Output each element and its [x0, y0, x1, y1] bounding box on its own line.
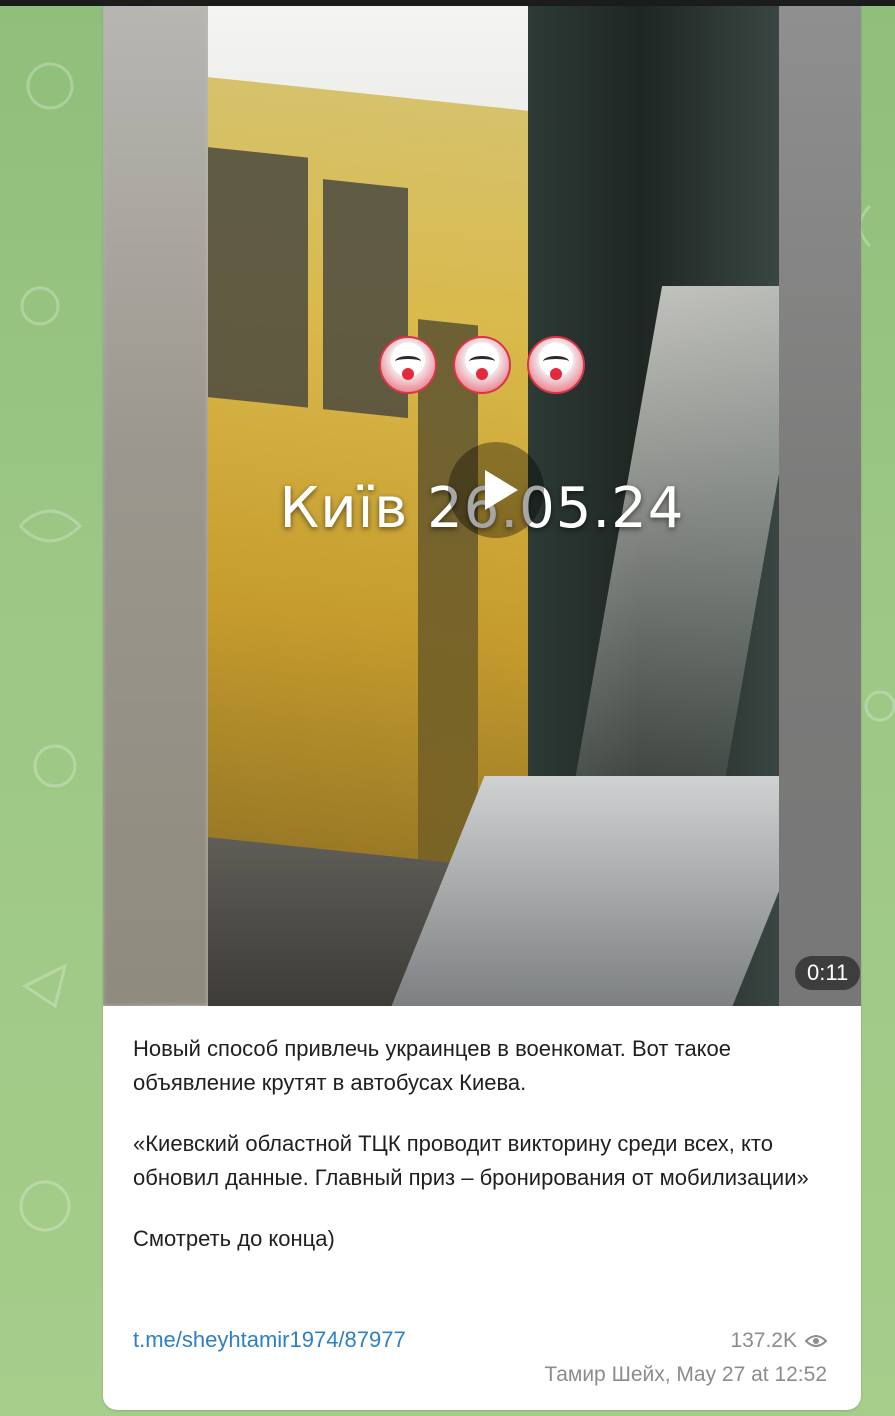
post-caption: Новый способ привлечь украинцев в военко… — [133, 1032, 833, 1283]
clown-face-icon — [378, 336, 437, 394]
caption-paragraph: «Киевский областной ТЦК проводит виктори… — [133, 1131, 809, 1190]
post-link[interactable]: t.me/sheyhtamir1974/87977 — [133, 1327, 406, 1353]
eye-icon — [805, 1335, 827, 1347]
video-player[interactable]: Київ 26.05.24 0:11 — [103, 6, 861, 1006]
view-count: 137.2K — [730, 1329, 827, 1353]
channel-post-bubble: Київ 26.05.24 0:11 Новый способ привлечь… — [103, 6, 861, 1410]
video-duration-badge: 0:11 — [795, 956, 861, 990]
caption-paragraph: Новый способ привлечь украинцев в военко… — [133, 1036, 732, 1095]
post-author-date: Тамир Шейх, May 27 at 12:52 — [544, 1363, 827, 1386]
play-button[interactable] — [448, 442, 544, 538]
play-icon — [485, 470, 518, 510]
view-count-value: 137.2K — [730, 1329, 797, 1352]
clown-face-icon — [527, 336, 586, 394]
emoji-row — [103, 336, 861, 399]
clown-face-icon — [453, 336, 511, 394]
caption-paragraph: Смотреть до конца) — [133, 1226, 335, 1251]
bus-door — [418, 319, 478, 866]
